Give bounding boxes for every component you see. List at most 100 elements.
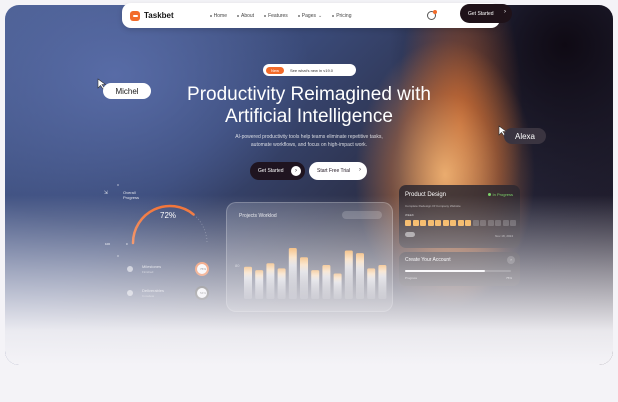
nav-cta-label: Get Started	[468, 10, 494, 17]
collaborator-tag-michel: Michel	[103, 83, 151, 99]
workload-bar	[266, 263, 275, 299]
arrow-right-icon: ›	[291, 166, 301, 176]
progress-cell	[502, 220, 509, 226]
account-title: Create Your Account	[405, 257, 451, 263]
progress-ring-label: 76%	[199, 267, 206, 271]
list-item-title: Milestones	[142, 264, 162, 269]
arrow-right-icon: ›	[359, 167, 361, 173]
status-text: In Progress	[492, 192, 513, 197]
list-item-subtitle: In review	[142, 294, 155, 298]
list-item-title: Deliverables	[142, 288, 165, 293]
nav-get-started-button[interactable]: Get Started ›	[460, 4, 512, 23]
progress-cells	[405, 220, 516, 226]
create-account-card[interactable]: Create Your Account › Progress 75%	[399, 252, 520, 286]
product-design-card[interactable]: Product Design In Progress Complete Rede…	[399, 185, 520, 248]
announcement-text: See what's new in v19.0	[290, 67, 334, 73]
nav-link-pages[interactable]: Pages ⌄	[297, 12, 323, 19]
workload-bar	[300, 257, 308, 299]
progress-cell	[412, 220, 419, 226]
new-tag: New	[266, 66, 285, 74]
week-label: WEEK	[405, 213, 414, 217]
workload-bar	[288, 248, 297, 299]
workload-bar-chart: 80	[235, 248, 387, 299]
nav-links: Home About Features Pages ⌄ Pricing	[209, 12, 351, 19]
workload-bar	[244, 266, 252, 299]
brand-name: Taskbet	[144, 11, 174, 20]
arrow-right-icon: ›	[504, 9, 506, 15]
account-progress-value: 75%	[505, 276, 512, 280]
hero-subtitle-line2: automate workflows, and focus on high-im…	[250, 142, 368, 148]
progress-cell	[465, 220, 471, 226]
workload-bar	[255, 270, 264, 299]
projects-workload-card: Projects Worklod 80	[226, 202, 393, 312]
chevron-right-icon[interactable]: ›	[507, 256, 515, 264]
product-title: Product Design	[405, 192, 447, 198]
account-progress-bar	[405, 270, 511, 272]
nav-link-home[interactable]: Home	[209, 12, 227, 19]
check-icon	[127, 290, 133, 296]
nav-link-label: Pages	[301, 12, 316, 19]
workload-bar	[367, 268, 376, 299]
progress-cell	[495, 220, 501, 226]
nav-link-about[interactable]: About	[236, 12, 255, 19]
progress-cell	[510, 220, 516, 226]
product-subtitle: Complete Redesign Of Company Website	[405, 204, 461, 208]
logo[interactable]: Taskbet	[130, 10, 174, 21]
progress-cell	[420, 220, 426, 226]
nav-link-label: Features	[268, 12, 288, 19]
status-dot-icon	[487, 193, 491, 196]
progress-cell	[405, 220, 411, 226]
nav-link-pricing[interactable]: Pricing	[332, 13, 351, 19]
flag-icon	[127, 266, 133, 272]
navbar: Taskbet Home About Features Pages ⌄ Prici…	[122, 3, 512, 28]
list-item-subtitle: Finished	[142, 270, 154, 274]
start-free-trial-button[interactable]: Start Free Trial ›	[309, 162, 367, 180]
start-free-trial-label: Start Free Trial	[317, 168, 351, 174]
nav-link-label: Home	[213, 12, 227, 19]
dot-icon	[264, 14, 267, 17]
list-item[interactable]: Milestones Finished 76%	[118, 258, 222, 280]
collaborator-tag-alexa: Alexa	[504, 128, 546, 144]
progress-value: 72%	[160, 211, 177, 220]
nav-link-features[interactable]: Features	[264, 13, 288, 19]
progress-cell	[487, 220, 494, 226]
progress-cell	[427, 220, 434, 226]
hero-title-line2: Artificial Intelligence	[225, 106, 393, 127]
avatar	[405, 232, 415, 237]
hero-subtitle: AI-powered productivity tools help teams…	[220, 133, 398, 149]
nav-link-label: About	[240, 12, 255, 19]
notification-bell-icon[interactable]	[427, 10, 437, 20]
progress-cell	[480, 220, 486, 226]
progress-cell	[442, 220, 449, 226]
workload-bar	[356, 253, 364, 299]
gauge-max-label: 100	[104, 242, 110, 246]
progress-ring-label: 54%	[199, 291, 206, 295]
milestones-card: Milestones Finished 76% Deliverables In …	[117, 255, 209, 300]
gauge-min-label: 0	[126, 242, 128, 246]
progress-cell	[435, 220, 441, 226]
y-tick-label: 80	[235, 263, 240, 268]
progress-cell	[472, 220, 479, 226]
expand-icon[interactable]: ⇲	[104, 190, 108, 196]
workload-bar	[311, 270, 320, 299]
dot-icon	[209, 14, 212, 17]
chevron-down-icon: ⌄	[317, 12, 323, 19]
workload-bar	[344, 250, 353, 299]
logo-icon	[130, 10, 140, 21]
list-item[interactable]: Deliverables In review 54%	[118, 282, 222, 304]
workload-bar	[378, 265, 387, 299]
hero-title: Productivity Reimagined with Artificial …	[150, 84, 468, 128]
workload-bar	[277, 268, 286, 299]
hero-subtitle-line1: AI-powered productivity tools help teams…	[235, 134, 383, 140]
hero-title-line1: Productivity Reimagined with	[187, 84, 431, 105]
account-progress-fill	[405, 270, 485, 272]
dot-icon	[332, 14, 335, 17]
nav-link-label: Pricing	[336, 12, 352, 19]
hero-get-started-button[interactable]: Get Started ›	[250, 162, 305, 180]
hero-section: New See what's new in v19.0 Productivity…	[5, 5, 613, 365]
status-badge: In Progress	[487, 192, 513, 197]
due-date: Nov 18, 2024	[495, 234, 513, 238]
announcement-badge[interactable]: New See what's new in v19.0	[263, 64, 356, 76]
progress-cell	[457, 220, 464, 226]
workload-bar	[322, 265, 331, 299]
